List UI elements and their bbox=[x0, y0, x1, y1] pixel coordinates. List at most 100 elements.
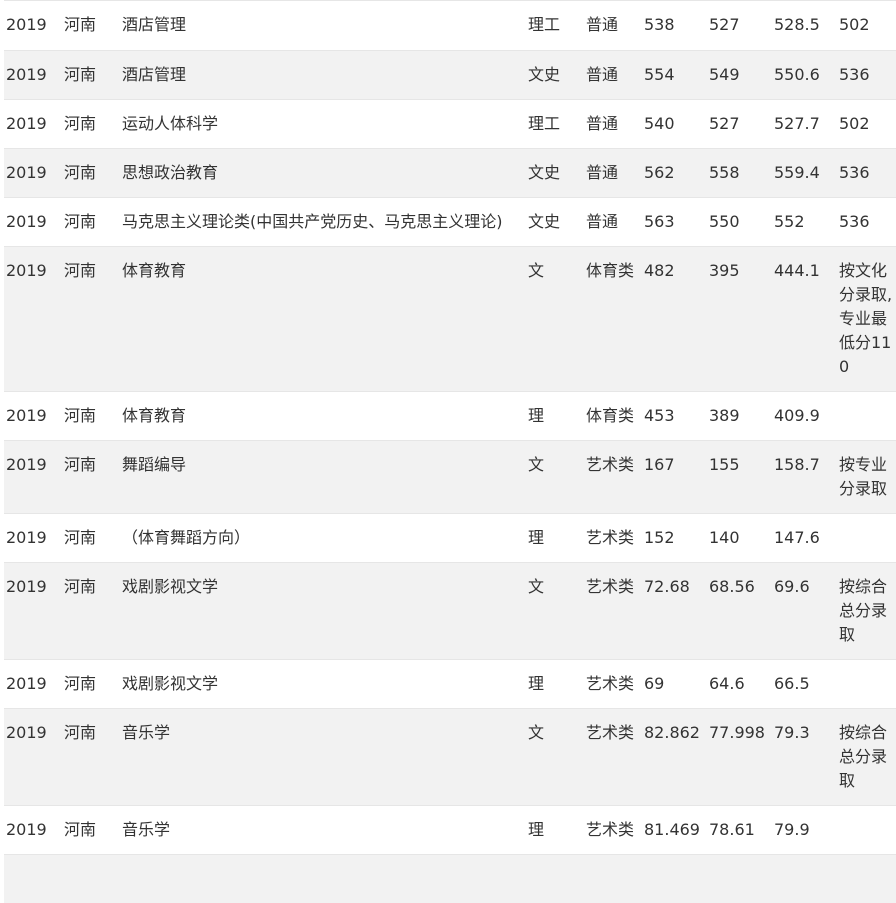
cell-province: 河南 bbox=[62, 708, 120, 806]
table-row: 2019 河南 酒店管理 文史 普通 554 549 550.6 536 bbox=[4, 50, 896, 100]
cell-batch: 普通 bbox=[584, 197, 642, 247]
cell-subject-type: 理 bbox=[526, 513, 584, 563]
table-row: 2019 河南 舞蹈编导文艺术类 167 155 158.7 按专业分录取 bbox=[4, 440, 896, 514]
cell-subject-type: 文 bbox=[526, 562, 584, 660]
cell-year: 2019 bbox=[4, 659, 62, 709]
cell-max-score: 81.469 bbox=[642, 805, 707, 855]
cell-avg-score: 79.9 bbox=[772, 805, 837, 855]
cell-year: 2019 bbox=[4, 50, 62, 100]
cell-min-score: 64.6 bbox=[707, 659, 772, 709]
cell-control-line bbox=[837, 391, 896, 441]
cell-avg-score: 409.9 bbox=[772, 391, 837, 441]
admission-score-table: 2019 河南 酒店管理 理工 普通 538 527 528.5 502 2019 河南 酒店管理 文史… bbox=[4, 1, 896, 903]
cell-year: 2019 bbox=[4, 440, 62, 514]
cell-control-line: 502 bbox=[837, 99, 896, 149]
table-row: 2019 河南 戏剧影视文学理艺术类 69 64.6 66.5 bbox=[4, 659, 896, 709]
table-row: 2019 河南 运动人体科学 理工 普通 540 527 527.7 502 bbox=[4, 99, 896, 149]
cell-min-score: 78.61 bbox=[707, 805, 772, 855]
cell-max-score: 167 bbox=[642, 440, 707, 514]
cell-year: 2019 bbox=[4, 1, 62, 51]
cell-year: 2019 bbox=[4, 562, 62, 660]
cell-subject-type: 文 bbox=[526, 440, 584, 514]
cell-province: 河南 bbox=[62, 440, 120, 514]
table-row: 2019 河南 音乐学理艺术类 81.469 78.61 79.9 bbox=[4, 805, 896, 855]
table-row: 2019 河南 音乐学文艺术类 82.862 77.998 79.3 按综合总分录取 bbox=[4, 708, 896, 806]
cell-min-score: 140 bbox=[707, 513, 772, 563]
cell-subject-type: 理工 bbox=[526, 99, 584, 149]
cell-batch: 普通 bbox=[584, 50, 642, 100]
cell-batch: 艺术类 bbox=[584, 659, 642, 709]
cell-year: 2019 bbox=[4, 148, 62, 198]
table-row-partial bbox=[4, 854, 896, 903]
cell-batch: 体育类 bbox=[584, 246, 642, 392]
cell-avg-score: 66.5 bbox=[772, 659, 837, 709]
cell-min-score: 155 bbox=[707, 440, 772, 514]
cell-batch: 普通 bbox=[584, 99, 642, 149]
cell-max-score: 562 bbox=[642, 148, 707, 198]
cell-year: 2019 bbox=[4, 513, 62, 563]
table-body: 2019 河南 酒店管理 理工 普通 538 527 528.5 502 2019 河南 酒店管理 文史… bbox=[4, 1, 896, 903]
cell-avg-score: 550.6 bbox=[772, 50, 837, 100]
admission-score-table-container: 2019 河南 酒店管理 理工 普通 538 527 528.5 502 2019 河南 酒店管理 文史… bbox=[4, 0, 896, 903]
cell-major: 戏剧影视文学 bbox=[120, 659, 526, 709]
cell-province: 河南 bbox=[62, 197, 120, 247]
cell-major: 酒店管理 bbox=[120, 50, 526, 100]
table-row: 2019 河南 马克思主义理论类(中国共产党历史、马克思主义理论) 文史 普通 563 55… bbox=[4, 197, 896, 247]
cell-subject-type: 文 bbox=[526, 708, 584, 806]
cell-control-line: 按综合总分录取 bbox=[837, 708, 896, 806]
cell-control-line: 536 bbox=[837, 148, 896, 198]
cell-year: 2019 bbox=[4, 99, 62, 149]
table-row: 2019 河南 酒店管理 理工 普通 538 527 528.5 502 bbox=[4, 1, 896, 51]
cell-min-score: 550 bbox=[707, 197, 772, 247]
cell-control-line: 502 bbox=[837, 1, 896, 51]
cell-batch: 普通 bbox=[584, 148, 642, 198]
cell-batch: 体育类 bbox=[584, 391, 642, 441]
cell-max-score: 563 bbox=[642, 197, 707, 247]
cell-province: 河南 bbox=[62, 391, 120, 441]
cell-max-score: 538 bbox=[642, 1, 707, 51]
table-row: 2019 河南 戏剧影视文学文艺术类 72.68 68.56 69.6 按综合总分录取 bbox=[4, 562, 896, 660]
cell-avg-score: 444.1 bbox=[772, 246, 837, 392]
cell-min-score: 68.56 bbox=[707, 562, 772, 660]
cell-major: 运动人体科学 bbox=[120, 99, 526, 149]
cell-major: 体育教育 bbox=[120, 391, 526, 441]
cell-major: 音乐学 bbox=[120, 805, 526, 855]
cell-major: 音乐学 bbox=[120, 708, 526, 806]
cell-major: 体育教育 bbox=[120, 246, 526, 392]
cell-batch: 艺术类 bbox=[584, 440, 642, 514]
cell-major: （体育舞蹈方向） bbox=[120, 513, 526, 563]
cell-batch: 普通 bbox=[584, 1, 642, 51]
table-row: 2019 河南 体育教育理体育类 453 389 409.9 bbox=[4, 391, 896, 441]
cell-batch: 艺术类 bbox=[584, 562, 642, 660]
cell-control-line: 按专业分录取 bbox=[837, 440, 896, 514]
cell-subject-type: 文史 bbox=[526, 50, 584, 100]
cell-subject-type: 文史 bbox=[526, 148, 584, 198]
cell-major: 舞蹈编导 bbox=[120, 440, 526, 514]
cell-control-line: 536 bbox=[837, 50, 896, 100]
cell-max-score: 453 bbox=[642, 391, 707, 441]
cell-batch: 艺术类 bbox=[584, 513, 642, 563]
cell-year: 2019 bbox=[4, 805, 62, 855]
cell-max-score: 82.862 bbox=[642, 708, 707, 806]
cell-year: 2019 bbox=[4, 708, 62, 806]
cell-major: 酒店管理 bbox=[120, 1, 526, 51]
cell-min-score: 527 bbox=[707, 1, 772, 51]
cell-avg-score: 527.7 bbox=[772, 99, 837, 149]
table-row: 2019 河南 （体育舞蹈方向）理艺术类 152 140 147.6 bbox=[4, 513, 896, 563]
cell-avg-score: 559.4 bbox=[772, 148, 837, 198]
cell-province: 河南 bbox=[62, 246, 120, 392]
cell-subject-type: 文史 bbox=[526, 197, 584, 247]
cell-subject-type: 理 bbox=[526, 659, 584, 709]
cell-major: 戏剧影视文学 bbox=[120, 562, 526, 660]
cell-subject-type: 理 bbox=[526, 391, 584, 441]
cell-min-score: 549 bbox=[707, 50, 772, 100]
cell-year: 2019 bbox=[4, 197, 62, 247]
cell-province: 河南 bbox=[62, 805, 120, 855]
cell-province: 河南 bbox=[62, 148, 120, 198]
cell-avg-score: 528.5 bbox=[772, 1, 837, 51]
cell-province: 河南 bbox=[62, 1, 120, 51]
cell-max-score: 482 bbox=[642, 246, 707, 392]
cell-avg-score: 158.7 bbox=[772, 440, 837, 514]
cell-max-score: 69 bbox=[642, 659, 707, 709]
cell-year: 2019 bbox=[4, 391, 62, 441]
